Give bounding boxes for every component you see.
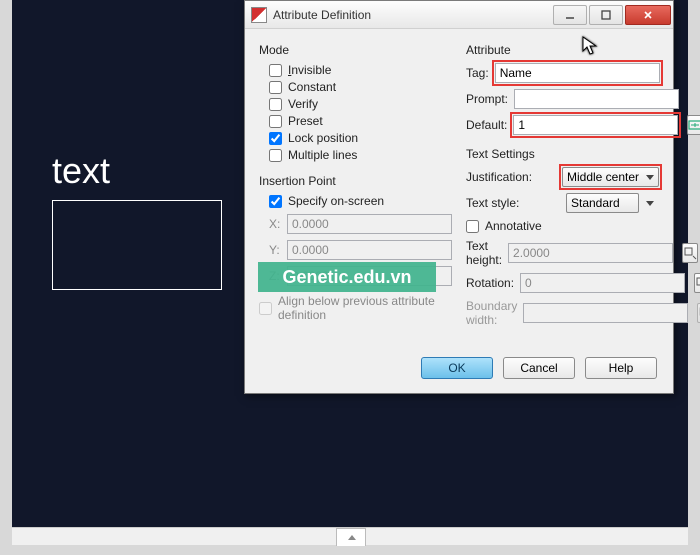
verify-label: Verify	[288, 97, 318, 111]
lock-position-checkbox[interactable]	[269, 132, 282, 145]
specify-onscreen-label: Specify on-screen	[288, 194, 384, 208]
justification-select[interactable]: Middle center	[562, 167, 659, 187]
pick-rotation-button[interactable]	[694, 273, 700, 293]
dialog-title: Attribute Definition	[273, 8, 551, 22]
tag-input[interactable]	[495, 63, 660, 83]
multiple-lines-checkbox[interactable]	[269, 149, 282, 162]
canvas-text: text	[52, 150, 110, 192]
app-icon	[251, 7, 267, 23]
invisible-label: IInvisiblenvisible	[288, 63, 331, 77]
multiple-lines-label: Multiple lines	[288, 148, 357, 162]
lock-position-label: Lock position	[288, 131, 358, 145]
status-bar	[12, 527, 688, 545]
cancel-button[interactable]: Cancel	[503, 357, 575, 379]
prompt-label: Prompt:	[466, 92, 508, 106]
x-label: X:	[269, 217, 281, 231]
invisible-checkbox[interactable]	[269, 64, 282, 77]
justification-label: Justification:	[466, 170, 556, 184]
close-button[interactable]	[625, 5, 671, 25]
maximize-button[interactable]	[589, 5, 623, 25]
rotation-label: Rotation:	[466, 276, 514, 290]
default-label: Default:	[466, 118, 507, 132]
mode-section-label: Mode	[259, 43, 452, 57]
ok-button[interactable]: OK	[421, 357, 493, 379]
canvas-rectangle	[52, 200, 222, 290]
align-below-label: Align below previous attribute definitio…	[278, 294, 452, 322]
titlebar[interactable]: Attribute Definition	[245, 1, 673, 29]
constant-label: Constant	[288, 80, 336, 94]
insert-field-button[interactable]	[687, 115, 700, 135]
preset-checkbox[interactable]	[269, 115, 282, 128]
text-settings-section-label: Text Settings	[466, 147, 659, 161]
pick-height-button[interactable]	[682, 243, 698, 263]
default-input[interactable]	[513, 115, 678, 135]
text-style-select[interactable]: Standard	[566, 193, 639, 213]
annotative-checkbox[interactable]	[466, 220, 479, 233]
z-input	[287, 266, 452, 286]
minimize-button[interactable]	[553, 5, 587, 25]
help-button[interactable]: Help	[585, 357, 657, 379]
boundary-input	[523, 303, 688, 323]
text-height-label: Text height:	[466, 239, 502, 267]
y-input	[287, 240, 452, 260]
prompt-input[interactable]	[514, 89, 679, 109]
boundary-label: Boundary width:	[466, 299, 517, 327]
align-below-checkbox	[259, 302, 272, 315]
constant-checkbox[interactable]	[269, 81, 282, 94]
y-label: Y:	[269, 243, 281, 257]
verify-checkbox[interactable]	[269, 98, 282, 111]
rotation-input[interactable]	[520, 273, 685, 293]
left-column: Mode IInvisiblenvisible Constant Verify …	[259, 39, 452, 333]
x-input	[287, 214, 452, 234]
tag-label: Tag:	[466, 66, 489, 80]
text-height-input[interactable]	[508, 243, 673, 263]
insertion-section-label: Insertion Point	[259, 174, 452, 188]
attribute-section-label: Attribute	[466, 43, 659, 57]
dialog-buttons: OK Cancel Help	[245, 347, 673, 393]
layout-tab-handle[interactable]	[336, 528, 366, 546]
attribute-definition-dialog: Attribute Definition Mode IInvisiblenvis…	[244, 0, 674, 394]
text-style-label: Text style:	[466, 196, 560, 210]
annotative-label: Annotative	[485, 219, 542, 233]
preset-label: Preset	[288, 114, 323, 128]
z-label: Z:	[269, 269, 281, 283]
specify-onscreen-checkbox[interactable]	[269, 195, 282, 208]
right-column: Attribute Tag: Prompt: Default: Text Set…	[466, 39, 659, 333]
